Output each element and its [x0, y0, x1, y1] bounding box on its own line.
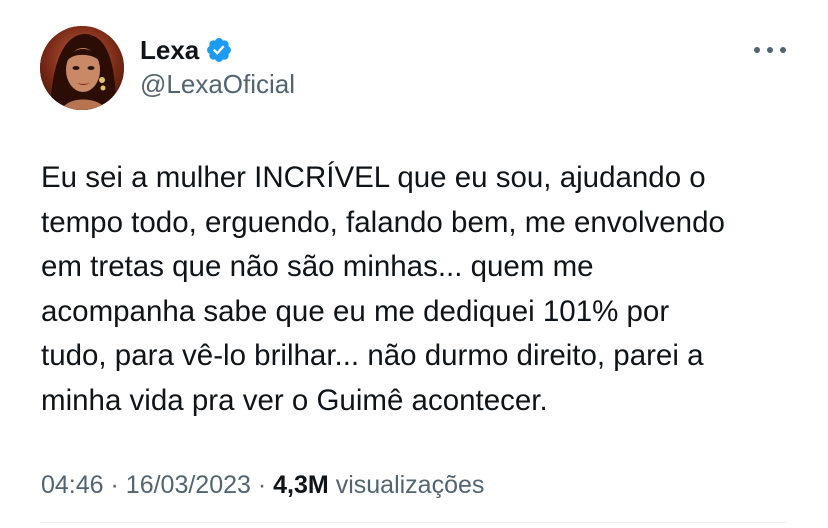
author-display-name[interactable]: Lexa: [140, 34, 199, 66]
avatar[interactable]: [40, 26, 124, 110]
meta-separator: ·: [257, 471, 267, 499]
author-name-row: Lexa: [140, 34, 233, 66]
tweet-text-line: minha vida pra ver o Guimê acontecer.: [41, 383, 548, 417]
tweet-time[interactable]: 04:46: [41, 471, 104, 499]
divider: [40, 522, 788, 523]
dot-icon: [780, 47, 786, 53]
dot-icon: [754, 47, 760, 53]
views-count[interactable]: 4,3M: [273, 471, 329, 499]
verified-badge-icon: [205, 36, 233, 64]
tweet-meta: 04:46 · 16/03/2023 · 4,3M visualizações: [41, 468, 484, 502]
tweet-text-line: em tretas que não são minhas... quem me: [41, 250, 594, 283]
tweet-text-line: tudo, para vê-lo brilhar... não durmo di…: [41, 339, 704, 372]
tweet-text-line: acompanha sabe que eu me dediquei 101% p…: [41, 294, 670, 328]
dot-icon: [767, 47, 773, 53]
tweet-text-line: tempo todo, erguendo, falando bem, me en…: [41, 205, 725, 239]
views-label: visualizações: [335, 471, 485, 499]
tweet-card: Lexa @LexaOficial Eu sei a mulher INCRÍV…: [0, 0, 828, 528]
tweet-date[interactable]: 16/03/2023: [126, 471, 251, 499]
tweet-text: Eu sei a mulher INCRÍVEL que eu sou, aju…: [41, 156, 801, 423]
tweet-text-line: Eu sei a mulher INCRÍVEL que eu sou, aju…: [41, 161, 706, 194]
meta-separator: ·: [110, 471, 119, 499]
avatar-photo: [40, 26, 124, 110]
more-options-icon[interactable]: [754, 38, 786, 62]
author-handle[interactable]: @LexaOficial: [140, 68, 295, 100]
